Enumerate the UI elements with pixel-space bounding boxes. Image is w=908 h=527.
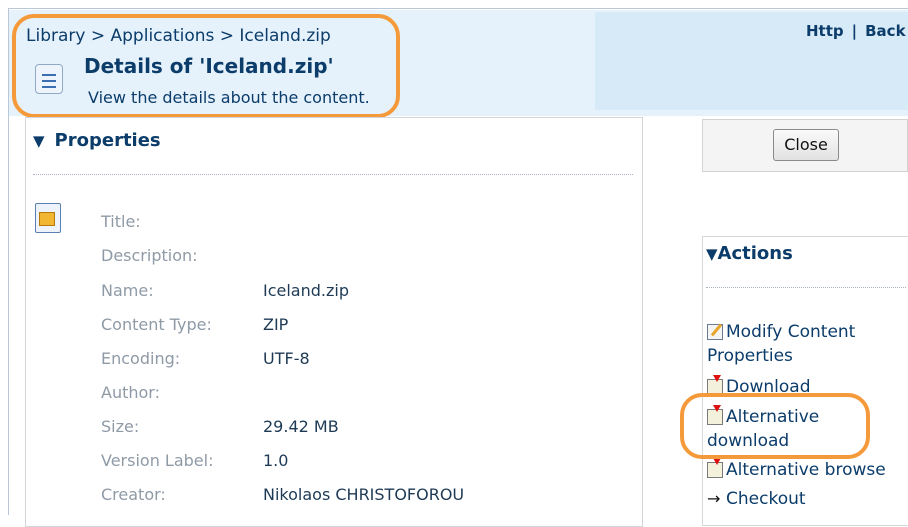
link-separator: | [851,22,858,40]
prop-value-size: 29.42 MB [263,417,339,436]
actions-divider [706,287,906,288]
collapse-triangle-icon: ▼ [706,245,718,263]
action-checkout[interactable]: Checkout [707,487,806,511]
alternative-download-highlight-annotation [680,393,870,459]
prop-label-version-label: Version Label: [101,451,214,470]
prop-label-creator: Creator: [101,485,166,504]
download-icon [707,458,723,478]
edit-properties-icon [707,324,723,340]
action-label: Modify Content [726,322,856,342]
prop-label-name: Name: [101,281,154,300]
properties-section-header[interactable]: ▼ Properties [33,130,161,151]
action-label: Alternative browse [726,460,886,480]
prop-label-title: Title: [101,212,141,231]
header-links: Http | Back [806,22,906,40]
actions-title: Actions [717,243,793,264]
action-label: Checkout [726,489,806,509]
prop-value-encoding: UTF-8 [263,349,310,368]
prop-label-content-type: Content Type: [101,315,212,334]
back-link[interactable]: Back [865,22,905,40]
prop-label-description: Description: [101,246,198,265]
http-link[interactable]: Http [806,22,844,40]
prop-label-encoding: Encoding: [101,349,181,368]
content-item-icon [35,203,61,233]
properties-title: Properties [54,130,161,151]
checkout-arrow-icon [707,487,723,511]
action-label: Properties [707,346,793,366]
actions-section-header[interactable]: ▼Actions [706,243,793,264]
prop-value-version-label: 1.0 [263,451,289,470]
prop-label-author: Author: [101,383,160,402]
action-alternative-browse[interactable]: Alternative browse [707,458,886,482]
properties-divider [33,174,633,175]
prop-label-size: Size: [101,417,140,436]
prop-value-name: Iceland.zip [263,281,349,300]
prop-value-creator: Nikolaos CHRISTOFOROU [263,485,465,504]
action-modify-content-properties[interactable]: Modify Content Properties [707,320,855,368]
close-button[interactable]: Close [773,129,839,161]
header-highlight-annotation [12,14,400,118]
prop-value-content-type: ZIP [263,315,289,334]
collapse-triangle-icon: ▼ [33,132,45,150]
